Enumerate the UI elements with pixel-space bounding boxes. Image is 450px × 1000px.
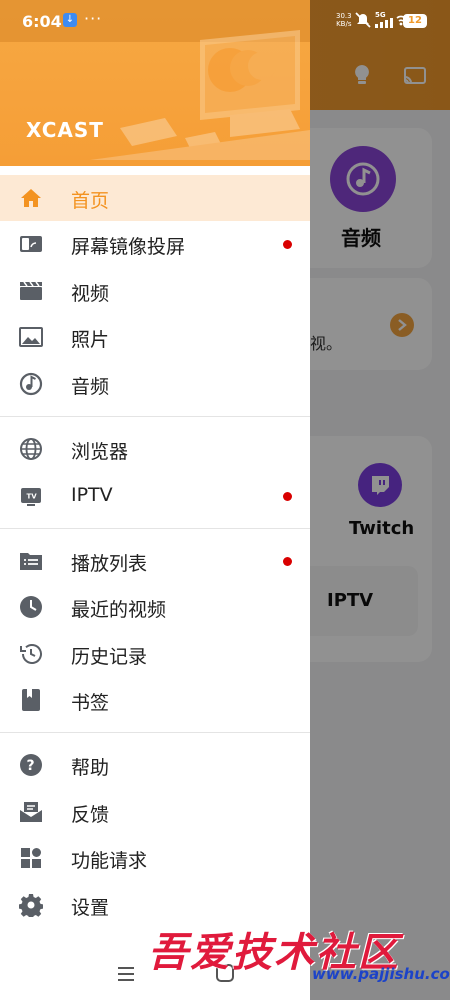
feature-grid-icon [21,848,41,868]
menu-item-iptv[interactable]: TV IPTV [0,473,310,519]
screen-mirror-icon [20,236,42,252]
menu-item-audio[interactable]: 音频 [0,361,310,407]
menu-item-feature-request[interactable]: 功能请求 [0,835,310,881]
download-notification-icon: ↓ [63,13,77,27]
clapperboard-icon [20,281,42,300]
status-bar: 6:04 ↓ ··· 30.3 KB/s 5G 12 [0,0,450,42]
menu-item-label: 视频 [71,283,110,305]
navigation-drawer: XCAST 首页 屏幕镜像投屏 视频 照片 音频 浏览器 TV IPTV 播放列… [0,0,310,1000]
menu-item-bookmarks[interactable]: 书签 [0,677,310,723]
menu-item-label: 反馈 [71,804,110,826]
brand-logo: XCAST [26,118,104,142]
clock-icon [20,596,42,618]
watermark-url: www.pajjishu.com [312,965,450,983]
tv-icon: TV [21,488,41,506]
menu-item-label: 最近的视频 [71,599,167,621]
menu-item-label: 屏幕镜像投屏 [71,236,186,258]
menu-item-feedback[interactable]: 反馈 [0,789,310,835]
menu-item-label: 设置 [71,897,110,919]
help-icon: ? [20,754,42,776]
gear-icon [19,894,43,917]
playlist-folder-icon [20,553,42,570]
history-icon [20,644,42,664]
menu-item-help[interactable]: ? 帮助 [0,742,310,788]
menu-item-label: 浏览器 [71,441,129,463]
network-speed: 30.3 KB/s [336,12,352,28]
svg-text:TV: TV [27,493,38,501]
svg-text:5G: 5G [375,11,386,19]
network-speed-value: 30.3 [336,12,352,20]
new-badge-dot [283,492,292,501]
more-notifications: ··· [84,9,103,28]
music-disc-icon [19,372,43,396]
menu-item-photos[interactable]: 照片 [0,314,310,360]
menu-item-label: 音频 [71,376,110,398]
menu-item-label: 历史记录 [71,646,148,668]
menu-divider [0,416,310,417]
battery-level: 12 [403,14,427,28]
clock-time: 6:04 [22,12,62,31]
menu-divider [0,528,310,529]
bookmark-icon [22,689,40,711]
svg-text:?: ? [27,758,35,774]
home-icon [21,189,41,207]
menu-item-label: 功能请求 [71,850,148,872]
recent-apps-button[interactable] [117,966,135,982]
image-icon [19,327,43,347]
new-badge-dot [283,557,292,566]
globe-icon [20,438,42,460]
signal-5g-icon: 5G [375,11,393,28]
feedback-mail-icon [20,802,42,822]
menu-divider [0,732,310,733]
menu-item-home[interactable]: 首页 [0,175,310,221]
new-badge-dot [283,240,292,249]
menu-item-label: 播放列表 [71,553,148,575]
menu-item-video[interactable]: 视频 [0,268,310,314]
menu-item-label: 书签 [71,692,110,714]
menu-item-browser[interactable]: 浏览器 [0,426,310,472]
menu-item-label: 帮助 [71,757,110,779]
mute-icon [355,12,371,28]
menu-item-label: 首页 [71,190,110,212]
menu-item-playlist[interactable]: 播放列表 [0,538,310,584]
menu-item-history[interactable]: 历史记录 [0,631,310,677]
network-speed-unit: KB/s [336,20,352,28]
menu-item-label: IPTV [71,484,113,506]
menu-item-recent-videos[interactable]: 最近的视频 [0,584,310,630]
menu-item-label: 照片 [71,329,110,351]
menu-item-screen-mirror[interactable]: 屏幕镜像投屏 [0,221,310,267]
